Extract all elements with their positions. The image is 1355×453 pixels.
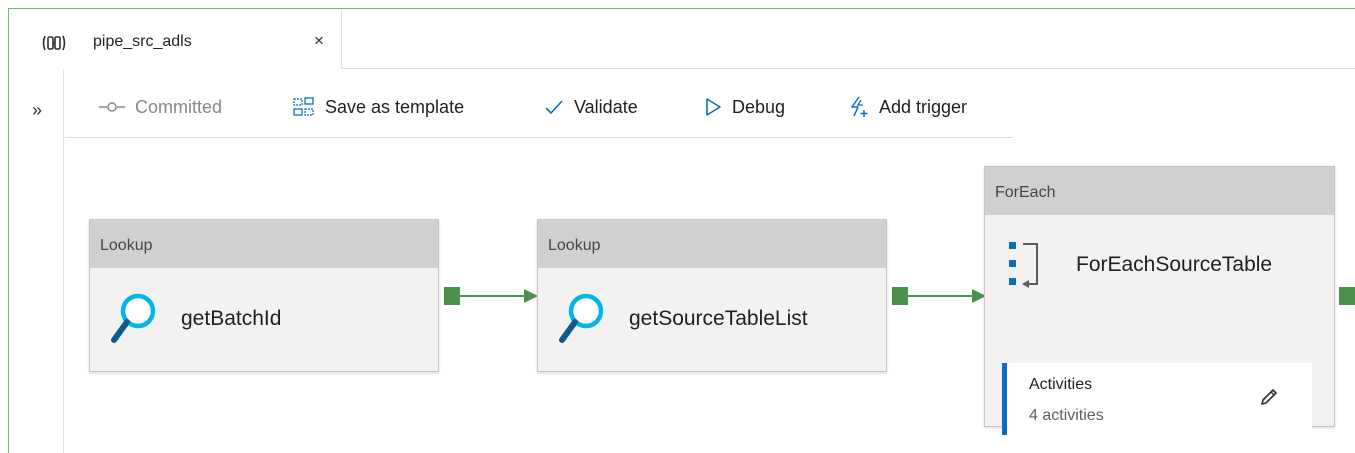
connector-2 [892,287,986,305]
toolbar: Committed Save as template Validate Debu… [65,69,1013,138]
activity-foreachsourcetable[interactable]: ForEach ForEachSourceTable Activities 4 … [984,166,1335,435]
left-strip: » [10,69,64,453]
commit-icon [99,102,125,112]
tab-bar: pipe_src_adls × [10,10,1355,69]
debug-button[interactable]: Debug [704,94,785,120]
connector-1 [444,287,538,305]
checkmark-icon [545,100,563,115]
committed-label: Committed [135,96,223,117]
expand-panel-icon[interactable]: » [32,101,42,119]
template-icon [293,97,314,116]
add-trigger-button[interactable]: Add trigger [847,94,967,120]
activity-name: ForEachSourceTable [1076,253,1273,276]
activity-getsourcetablelist[interactable]: Lookup getSourceTableList [537,219,887,372]
save-as-template-label: Save as template [325,96,465,117]
output-port[interactable] [1336,285,1355,307]
tab-pipe-src-adls[interactable]: pipe_src_adls × [10,10,342,69]
pipeline-canvas[interactable]: Lookup getBatchId Lookup getSourceTableL… [65,139,1355,453]
activity-type: Lookup [538,220,886,268]
search-icon [559,293,604,343]
activity-getbatchid[interactable]: Lookup getBatchId [89,219,439,372]
validate-button[interactable]: Validate [544,94,638,120]
activity-type: ForEach [985,167,1334,215]
pipeline-icon [42,35,66,51]
pipeline-editor: pipe_src_adls × » Committed Save as temp… [8,8,1355,453]
activities-accent-bar [1002,363,1007,435]
activities-label: Activities [1029,376,1093,393]
search-icon [111,293,156,343]
activities-count: 4 activities [1029,407,1104,424]
play-icon [706,98,721,116]
inner-activities-panel[interactable]: Activities 4 activities [1002,363,1312,435]
committed-button[interactable]: Committed [99,94,222,120]
debug-label: Debug [732,96,786,117]
activity-name: getBatchId [181,307,282,330]
save-as-template-button[interactable]: Save as template [293,94,464,120]
activity-type: Lookup [90,220,438,268]
activity-name: getSourceTableList [629,307,808,330]
validate-label: Validate [574,96,638,117]
edit-icon[interactable] [1258,386,1280,408]
trigger-icon [851,96,868,117]
foreach-icon [1009,242,1038,288]
tab-title: pipe_src_adls [93,33,192,50]
close-icon[interactable]: × [314,32,324,50]
add-trigger-label: Add trigger [879,96,968,117]
